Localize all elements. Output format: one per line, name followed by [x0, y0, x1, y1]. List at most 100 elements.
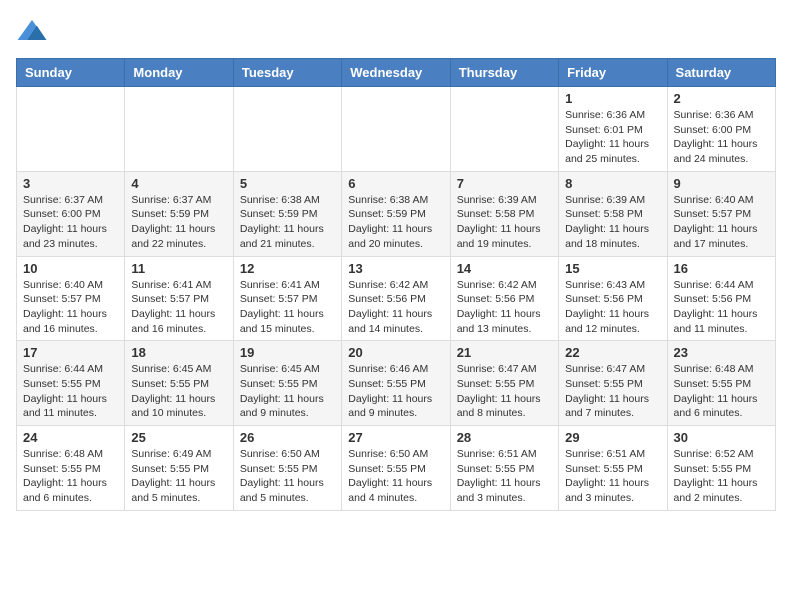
day-header-monday: Monday: [125, 59, 233, 87]
day-number: 26: [240, 430, 335, 445]
calendar-cell: 1Sunrise: 6:36 AM Sunset: 6:01 PM Daylig…: [559, 87, 667, 172]
day-info: Sunrise: 6:39 AM Sunset: 5:58 PM Dayligh…: [565, 193, 660, 252]
calendar-cell: 9 Sunrise: 6:40 AM Sunset: 5:57 PM Daylig…: [667, 171, 775, 256]
day-header-friday: Friday: [559, 59, 667, 87]
day-info: Sunrise: 6:40 AM Sunset: 5:57 PM Dayligh…: [23, 278, 118, 337]
day-info: Sunrise: 6:45 AM Sunset: 5:55 PM Dayligh…: [131, 362, 226, 421]
day-info: Sunrise: 6:52 AM Sunset: 5:55 PM Dayligh…: [674, 447, 769, 506]
day-number: 2: [674, 91, 769, 106]
calendar-cell: 13 Sunrise: 6:42 AM Sunset: 5:56 PM Dayli…: [342, 256, 450, 341]
calendar-cell: 23 Sunrise: 6:48 AM Sunset: 5:55 PM Dayli…: [667, 341, 775, 426]
calendar-cell: 7 Sunrise: 6:39 AM Sunset: 5:58 PM Daylig…: [450, 171, 558, 256]
day-info: Sunrise: 6:50 AM Sunset: 5:55 PM Dayligh…: [348, 447, 443, 506]
day-info: Sunrise: 6:51 AM Sunset: 5:55 PM Dayligh…: [565, 447, 660, 506]
day-info: Sunrise: 6:39 AM Sunset: 5:58 PM Dayligh…: [457, 193, 552, 252]
calendar-week-2: 3 Sunrise: 6:37 AM Sunset: 6:00 PM Daylig…: [17, 171, 776, 256]
day-info: Sunrise: 6:45 AM Sunset: 5:55 PM Dayligh…: [240, 362, 335, 421]
day-number: 28: [457, 430, 552, 445]
calendar-cell: 17Sunrise: 6:44 AM Sunset: 5:55 PM Dayli…: [17, 341, 125, 426]
day-info: Sunrise: 6:38 AM Sunset: 5:59 PM Dayligh…: [348, 193, 443, 252]
day-number: 7: [457, 176, 552, 191]
day-info: Sunrise: 6:44 AM Sunset: 5:55 PM Dayligh…: [23, 362, 118, 421]
calendar-cell: 6 Sunrise: 6:38 AM Sunset: 5:59 PM Daylig…: [342, 171, 450, 256]
calendar-cell: 15 Sunrise: 6:43 AM Sunset: 5:56 PM Dayli…: [559, 256, 667, 341]
logo-icon: [16, 16, 48, 48]
day-header-tuesday: Tuesday: [233, 59, 341, 87]
calendar-cell: 30 Sunrise: 6:52 AM Sunset: 5:55 PM Dayli…: [667, 426, 775, 511]
day-info: Sunrise: 6:41 AM Sunset: 5:57 PM Dayligh…: [240, 278, 335, 337]
calendar-week-3: 10 Sunrise: 6:40 AM Sunset: 5:57 PM Dayli…: [17, 256, 776, 341]
day-header-thursday: Thursday: [450, 59, 558, 87]
day-info: Sunrise: 6:50 AM Sunset: 5:55 PM Dayligh…: [240, 447, 335, 506]
day-number: 13: [348, 261, 443, 276]
day-number: 14: [457, 261, 552, 276]
day-number: 24: [23, 430, 118, 445]
day-number: 6: [348, 176, 443, 191]
day-number: 29: [565, 430, 660, 445]
calendar-cell: 20Sunrise: 6:46 AM Sunset: 5:55 PM Dayli…: [342, 341, 450, 426]
day-info: Sunrise: 6:47 AM Sunset: 5:55 PM Dayligh…: [457, 362, 552, 421]
calendar-cell: 28 Sunrise: 6:51 AM Sunset: 5:55 PM Dayli…: [450, 426, 558, 511]
day-number: 4: [131, 176, 226, 191]
day-info: Sunrise: 6:47 AM Sunset: 5:55 PM Dayligh…: [565, 362, 660, 421]
calendar-cell: 10 Sunrise: 6:40 AM Sunset: 5:57 PM Dayli…: [17, 256, 125, 341]
calendar-cell: 29 Sunrise: 6:51 AM Sunset: 5:55 PM Dayli…: [559, 426, 667, 511]
calendar-cell: 19Sunrise: 6:45 AM Sunset: 5:55 PM Dayli…: [233, 341, 341, 426]
calendar-cell: [233, 87, 341, 172]
logo: [16, 16, 52, 48]
calendar-cell: 12 Sunrise: 6:41 AM Sunset: 5:57 PM Dayli…: [233, 256, 341, 341]
calendar-cell: 14 Sunrise: 6:42 AM Sunset: 5:56 PM Dayli…: [450, 256, 558, 341]
day-number: 18: [131, 345, 226, 360]
day-number: 21: [457, 345, 552, 360]
day-info: Sunrise: 6:44 AM Sunset: 5:56 PM Dayligh…: [674, 278, 769, 337]
calendar-cell: [450, 87, 558, 172]
calendar-cell: 3 Sunrise: 6:37 AM Sunset: 6:00 PM Daylig…: [17, 171, 125, 256]
day-info: Sunrise: 6:51 AM Sunset: 5:55 PM Dayligh…: [457, 447, 552, 506]
calendar-table: SundayMondayTuesdayWednesdayThursdayFrid…: [16, 58, 776, 511]
header: [16, 16, 776, 48]
day-info: Sunrise: 6:36 AM Sunset: 6:00 PM Dayligh…: [674, 108, 769, 167]
day-info: Sunrise: 6:49 AM Sunset: 5:55 PM Dayligh…: [131, 447, 226, 506]
calendar-cell: 2 Sunrise: 6:36 AM Sunset: 6:00 PM Daylig…: [667, 87, 775, 172]
day-info: Sunrise: 6:42 AM Sunset: 5:56 PM Dayligh…: [457, 278, 552, 337]
day-header-sunday: Sunday: [17, 59, 125, 87]
day-number: 9: [674, 176, 769, 191]
calendar-week-4: 17Sunrise: 6:44 AM Sunset: 5:55 PM Dayli…: [17, 341, 776, 426]
calendar-cell: 22 Sunrise: 6:47 AM Sunset: 5:55 PM Dayli…: [559, 341, 667, 426]
day-header-saturday: Saturday: [667, 59, 775, 87]
day-number: 3: [23, 176, 118, 191]
calendar-cell: 25 Sunrise: 6:49 AM Sunset: 5:55 PM Dayli…: [125, 426, 233, 511]
day-number: 15: [565, 261, 660, 276]
day-number: 22: [565, 345, 660, 360]
day-info: Sunrise: 6:37 AM Sunset: 6:00 PM Dayligh…: [23, 193, 118, 252]
day-number: 23: [674, 345, 769, 360]
day-info: Sunrise: 6:43 AM Sunset: 5:56 PM Dayligh…: [565, 278, 660, 337]
day-number: 27: [348, 430, 443, 445]
calendar-cell: 16 Sunrise: 6:44 AM Sunset: 5:56 PM Dayli…: [667, 256, 775, 341]
calendar-cell: 27 Sunrise: 6:50 AM Sunset: 5:55 PM Dayli…: [342, 426, 450, 511]
calendar-cell: 24Sunrise: 6:48 AM Sunset: 5:55 PM Dayli…: [17, 426, 125, 511]
calendar-week-1: 1Sunrise: 6:36 AM Sunset: 6:01 PM Daylig…: [17, 87, 776, 172]
calendar-cell: 11Sunrise: 6:41 AM Sunset: 5:57 PM Dayli…: [125, 256, 233, 341]
day-number: 8: [565, 176, 660, 191]
day-number: 30: [674, 430, 769, 445]
day-number: 10: [23, 261, 118, 276]
calendar-header-row: SundayMondayTuesdayWednesdayThursdayFrid…: [17, 59, 776, 87]
day-header-wednesday: Wednesday: [342, 59, 450, 87]
day-info: Sunrise: 6:48 AM Sunset: 5:55 PM Dayligh…: [674, 362, 769, 421]
calendar-cell: [17, 87, 125, 172]
day-number: 1: [565, 91, 660, 106]
calendar-cell: 8 Sunrise: 6:39 AM Sunset: 5:58 PM Daylig…: [559, 171, 667, 256]
calendar-cell: 21 Sunrise: 6:47 AM Sunset: 5:55 PM Dayli…: [450, 341, 558, 426]
day-info: Sunrise: 6:37 AM Sunset: 5:59 PM Dayligh…: [131, 193, 226, 252]
calendar-cell: [125, 87, 233, 172]
calendar-cell: 4 Sunrise: 6:37 AM Sunset: 5:59 PM Daylig…: [125, 171, 233, 256]
calendar-cell: 5Sunrise: 6:38 AM Sunset: 5:59 PM Daylig…: [233, 171, 341, 256]
day-number: 16: [674, 261, 769, 276]
day-number: 25: [131, 430, 226, 445]
day-info: Sunrise: 6:40 AM Sunset: 5:57 PM Dayligh…: [674, 193, 769, 252]
day-info: Sunrise: 6:46 AM Sunset: 5:55 PM Dayligh…: [348, 362, 443, 421]
calendar-week-5: 24Sunrise: 6:48 AM Sunset: 5:55 PM Dayli…: [17, 426, 776, 511]
day-info: Sunrise: 6:42 AM Sunset: 5:56 PM Dayligh…: [348, 278, 443, 337]
day-number: 12: [240, 261, 335, 276]
